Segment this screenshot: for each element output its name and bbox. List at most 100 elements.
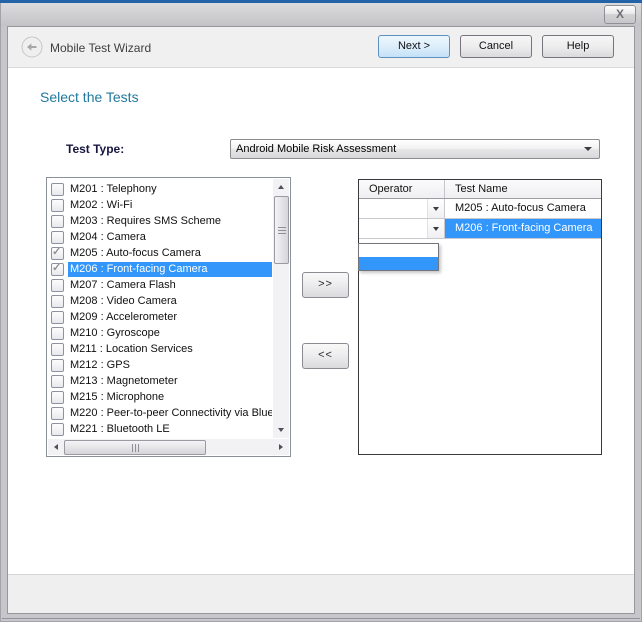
list-item[interactable]: M201 : Telephony xyxy=(48,181,272,197)
checkbox[interactable] xyxy=(51,231,64,244)
list-item[interactable]: M210 : Gyroscope xyxy=(48,325,272,341)
wizard-window: X Mobile Test Wizard Select the Tests Te… xyxy=(0,0,642,622)
page-heading: Select the Tests xyxy=(40,89,139,105)
checkbox[interactable] xyxy=(51,327,64,340)
titlebar[interactable] xyxy=(1,3,641,26)
list-item-label: M210 : Gyroscope xyxy=(68,326,272,341)
list-item[interactable]: M205 : Auto-focus Camera xyxy=(48,245,272,261)
checkbox[interactable] xyxy=(51,407,64,420)
checkbox[interactable] xyxy=(51,359,64,372)
scroll-right-icon xyxy=(279,444,283,450)
list-item-label: M205 : Auto-focus Camera xyxy=(68,246,272,261)
test-type-label: Test Type: xyxy=(66,142,124,156)
column-header-test-name[interactable]: Test Name xyxy=(445,180,601,198)
list-item-label: M220 : Peer-to-peer Connectivity via Blu… xyxy=(68,406,272,421)
list-item[interactable]: M208 : Video Camera xyxy=(48,293,272,309)
checkbox[interactable] xyxy=(51,375,64,388)
operator-dropdown-button[interactable] xyxy=(427,199,444,218)
list-item[interactable]: M204 : Camera xyxy=(48,229,272,245)
operator-cell[interactable] xyxy=(359,219,445,238)
checkbox[interactable] xyxy=(51,295,64,308)
close-button[interactable]: X xyxy=(604,5,636,24)
vertical-scrollbar[interactable] xyxy=(273,179,289,438)
list-item[interactable]: M207 : Camera Flash xyxy=(48,277,272,293)
available-tests-listbox: M201 : Telephony M202 : Wi-Fi M203 : Req… xyxy=(46,177,291,457)
cancel-button[interactable]: Cancel xyxy=(460,35,532,58)
next-button[interactable]: Next > xyxy=(378,35,450,58)
list-item[interactable]: M215 : Microphone xyxy=(48,389,272,405)
list-item[interactable]: M202 : Wi-Fi xyxy=(48,197,272,213)
chevron-down-icon xyxy=(584,147,592,151)
operator-option[interactable] xyxy=(359,257,438,270)
checkbox[interactable] xyxy=(51,391,64,404)
column-header-operator[interactable]: Operator xyxy=(359,180,445,198)
chevron-down-icon xyxy=(433,227,439,231)
list-item[interactable]: M212 : GPS xyxy=(48,357,272,373)
add-tests-button[interactable]: >> xyxy=(302,272,349,298)
list-item[interactable]: M209 : Accelerometer xyxy=(48,309,272,325)
close-icon: X xyxy=(616,7,624,21)
table-row[interactable]: M205 : Auto-focus Camera xyxy=(359,199,601,219)
test-type-value: Android Mobile Risk Assessment xyxy=(236,143,396,155)
help-button[interactable]: Help xyxy=(542,35,614,58)
dialog-footer xyxy=(8,574,634,613)
scroll-up-button[interactable] xyxy=(273,179,289,195)
table-row[interactable]: M206 : Front-facing Camera xyxy=(359,219,601,239)
wizard-title: Mobile Test Wizard xyxy=(50,41,151,55)
back-arrow-icon xyxy=(21,45,43,62)
checkbox[interactable] xyxy=(51,423,64,436)
list-item[interactable]: M206 : Front-facing Camera xyxy=(48,261,272,277)
back-button[interactable] xyxy=(21,36,43,58)
chevron-down-icon xyxy=(433,207,439,211)
selected-tests-table: Operator Test Name M205 : Auto-focus Cam… xyxy=(358,179,602,455)
remove-tests-button[interactable]: << xyxy=(302,343,349,369)
thumb-grip-icon xyxy=(278,227,286,234)
scroll-up-icon xyxy=(278,185,284,189)
list-item-label: M215 : Microphone xyxy=(68,390,272,405)
operator-option[interactable] xyxy=(359,244,438,257)
window-frame-edge xyxy=(2,618,640,619)
list-item-label: M201 : Telephony xyxy=(68,182,272,197)
wizard-header: Mobile Test Wizard xyxy=(8,27,634,68)
operator-cell[interactable] xyxy=(359,199,445,218)
list-item[interactable]: M213 : Magnetometer xyxy=(48,373,272,389)
checkbox[interactable] xyxy=(51,215,64,228)
list-item[interactable]: M211 : Location Services xyxy=(48,341,272,357)
scroll-down-icon xyxy=(278,428,284,432)
operator-options-popup xyxy=(358,243,439,271)
scroll-right-button[interactable] xyxy=(273,439,289,455)
vertical-scroll-thumb[interactable] xyxy=(274,196,289,264)
horizontal-scroll-thumb[interactable] xyxy=(64,440,206,455)
list-item-label: M206 : Front-facing Camera xyxy=(68,262,272,277)
list-item-label: M209 : Accelerometer xyxy=(68,310,272,325)
checkbox[interactable] xyxy=(51,199,64,212)
wizard-dialog: Mobile Test Wizard Select the Tests Test… xyxy=(7,26,635,614)
list-item[interactable]: M220 : Peer-to-peer Connectivity via Blu… xyxy=(48,405,272,421)
available-tests-items: M201 : Telephony M202 : Wi-Fi M203 : Req… xyxy=(48,179,272,438)
scroll-left-icon xyxy=(54,444,58,450)
test-type-select[interactable]: Android Mobile Risk Assessment xyxy=(230,139,600,159)
list-item-label: M213 : Magnetometer xyxy=(68,374,272,389)
scroll-left-button[interactable] xyxy=(48,439,64,455)
checkbox[interactable] xyxy=(51,183,64,196)
list-item-label: M203 : Requires SMS Scheme xyxy=(68,214,272,229)
scroll-down-button[interactable] xyxy=(273,422,289,438)
horizontal-scrollbar[interactable] xyxy=(48,439,289,455)
list-item-label: M207 : Camera Flash xyxy=(68,278,272,293)
table-header: Operator Test Name xyxy=(359,180,601,199)
list-item-label: M221 : Bluetooth LE xyxy=(68,422,272,437)
operator-dropdown-button[interactable] xyxy=(427,219,444,238)
checkbox[interactable] xyxy=(51,279,64,292)
list-item-label: M204 : Camera xyxy=(68,230,272,245)
list-item-label: M211 : Location Services xyxy=(68,342,272,357)
list-item[interactable]: M203 : Requires SMS Scheme xyxy=(48,213,272,229)
test-name-cell: M205 : Auto-focus Camera xyxy=(445,199,601,218)
checkbox[interactable] xyxy=(51,343,64,356)
list-item-label: M208 : Video Camera xyxy=(68,294,272,309)
checkbox[interactable] xyxy=(51,247,64,260)
checkbox[interactable] xyxy=(51,263,64,276)
checkbox[interactable] xyxy=(51,311,64,324)
test-name-cell: M206 : Front-facing Camera xyxy=(445,219,601,238)
list-item-label: M202 : Wi-Fi xyxy=(68,198,272,213)
list-item[interactable]: M221 : Bluetooth LE xyxy=(48,421,272,437)
